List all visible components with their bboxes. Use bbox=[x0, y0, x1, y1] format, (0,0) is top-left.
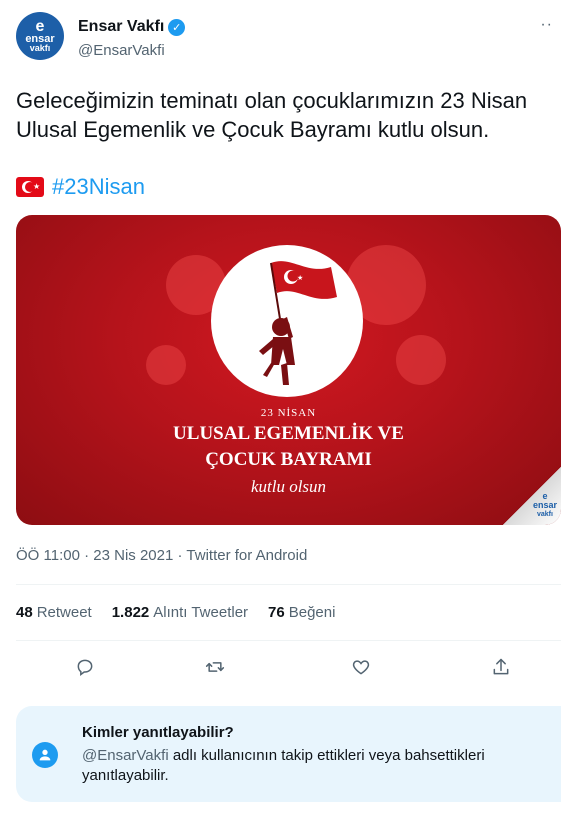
banner-title-line2: ÇOCUK BAYRAMI bbox=[205, 449, 372, 470]
tweet-text: Geleceğimizin teminatı olan çocuklarımız… bbox=[16, 88, 528, 142]
turkey-flag-icon: ★ bbox=[16, 177, 44, 197]
corner-logo: e ensar vakfı bbox=[532, 491, 557, 519]
tweet-actions bbox=[16, 652, 545, 682]
banner-title-line1: ULUSAL EGEMENLİK VE bbox=[173, 423, 404, 444]
divider bbox=[16, 584, 561, 585]
author-name[interactable]: Ensar Vakfı bbox=[78, 18, 164, 36]
tweet-image[interactable]: ★ 23 NİSAN ULUSAL EGEMENLİK VE ÇOCUK BAY… bbox=[16, 215, 561, 525]
reply-settings-title: Kimler yanıtlayabilir? bbox=[82, 724, 234, 741]
tweet-stats: 48 Retweet 1.822 Alıntı Tweetler 76 Beğeni bbox=[16, 604, 335, 621]
likes-stat[interactable]: 76 Beğeni bbox=[268, 604, 335, 621]
tweet-header: e ensar vakfı Ensar Vakfı ✓ @EnsarVakfi … bbox=[16, 12, 561, 72]
avatar-logo-word: ensar bbox=[25, 32, 55, 45]
reply-icon[interactable] bbox=[70, 652, 100, 682]
retweets-stat[interactable]: 48 Retweet bbox=[16, 604, 92, 621]
banner-date: 23 NİSAN bbox=[260, 407, 317, 419]
tweet-source[interactable]: Twitter for Android bbox=[186, 547, 307, 564]
author-name-line[interactable]: Ensar Vakfı ✓ bbox=[78, 18, 186, 36]
avatar-logo-subword: vakfı bbox=[29, 42, 51, 53]
heart-icon[interactable] bbox=[346, 652, 376, 682]
child-with-flag-icon: ★ bbox=[259, 261, 337, 385]
share-icon[interactable] bbox=[486, 652, 516, 682]
divider bbox=[16, 640, 561, 641]
banner-script: kutlu olsun bbox=[250, 477, 327, 496]
tweet-time[interactable]: ÖÖ 11:00 bbox=[16, 547, 80, 564]
verified-badge-icon: ✓ bbox=[168, 18, 186, 36]
hashtag-line: ★ #23Nisan bbox=[16, 174, 145, 200]
mention-person-icon bbox=[32, 742, 58, 768]
svg-text:★: ★ bbox=[297, 274, 303, 282]
quotes-stat[interactable]: 1.822 Alıntı Tweetler bbox=[112, 604, 248, 621]
tweet-date[interactable]: 23 Nis 2021 bbox=[93, 547, 173, 564]
more-options-icon[interactable]: ·· bbox=[540, 16, 553, 34]
author-handle[interactable]: @EnsarVakfi bbox=[78, 42, 165, 59]
tweet-meta: ÖÖ 11:00 · 23 Nis 2021 · Twitter for And… bbox=[16, 547, 308, 564]
reply-settings-desc: @EnsarVakfi adlı kullanıcının takip etti… bbox=[82, 747, 485, 784]
mention-link[interactable]: @EnsarVakfi bbox=[82, 747, 169, 764]
avatar[interactable]: e ensar vakfı bbox=[16, 12, 64, 60]
hashtag-link[interactable]: #23Nisan bbox=[52, 174, 145, 200]
illustration-circle: ★ bbox=[211, 245, 363, 397]
avatar-logo-letter: e bbox=[35, 17, 45, 35]
retweet-icon[interactable] bbox=[200, 652, 230, 682]
reply-settings-notice: Kimler yanıtlayabilir? @EnsarVakfi adlı … bbox=[16, 706, 561, 802]
